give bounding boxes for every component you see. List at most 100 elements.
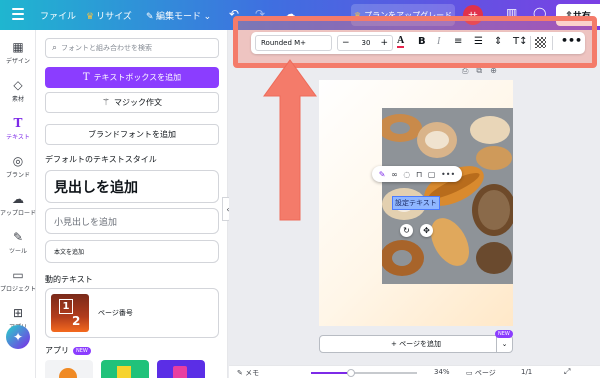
apps-section-title: アプリ NEW [45,345,91,356]
page-count: 1/1 [521,368,533,376]
selected-text-element[interactable]: 設定テキスト [392,196,440,210]
rail-label: プロジェクト [0,286,37,293]
magic-sparkle-icon[interactable]: ✦ [6,325,30,349]
lock-icon[interactable]: ⊓ [416,170,422,179]
resize-button[interactable]: ♛ リサイズ [86,9,132,22]
link-icon[interactable]: ∞ [391,170,398,179]
rail-item-design[interactable]: ▦ デザイン [0,40,36,65]
rail-label: ツール [8,248,27,255]
more-options-icon[interactable]: ••• [561,34,582,47]
rail-label: デザイン [5,58,30,65]
apps-icon: ⊞ [12,306,24,320]
chevron-down-icon[interactable]: ⌄ [496,336,512,352]
default-styles-title: デフォルトのテキストスタイル [45,155,157,164]
line-spacing-icon[interactable]: ⇕ [494,36,502,47]
cloud-upload-icon: ☁ [12,192,24,206]
thumb-number-1: 1 [59,299,73,314]
menu-icon[interactable] [12,8,24,20]
more-icon[interactable]: ••• [441,170,455,179]
rail-item-elements[interactable]: ◇ 素材 [0,78,36,103]
transparency-icon[interactable] [535,37,546,48]
search-input[interactable]: ⌕ フォントと組み合わせを検索 [45,38,219,58]
move-icon[interactable]: ✥ [420,224,433,237]
delete-icon[interactable]: ▢ [428,170,436,179]
object-toolbar: ✎ ∞ ◌ ⊓ ▢ ••• [372,166,462,182]
bold-icon[interactable]: B [418,36,426,47]
notes-button[interactable]: ✎ メモ [237,368,259,378]
comment-icon[interactable]: ◌ [403,170,410,179]
file-menu[interactable]: ファイル [40,9,76,22]
increase-size-button[interactable]: + [380,38,388,48]
thumb-number-2: 2 [72,314,81,328]
magic-edit-icon[interactable]: ✎ [379,170,386,179]
vertical-text-icon[interactable]: T↕ [513,36,528,47]
magic-write-button[interactable]: ⚚ マジック作文 [45,92,219,113]
fullscreen-icon[interactable]: ⤢ [564,367,570,377]
list-icon[interactable]: ☰ [474,36,483,47]
dynamic-text-title: 動的テキスト [45,275,93,284]
pointer-arrow [263,59,317,221]
text-icon: T [13,116,23,130]
apps-title: アプリ [45,346,69,355]
body-style[interactable]: 本文を追加 [45,240,219,263]
text-panel: ⌕ フォントと組み合わせを検索 T テキストボックスを追加 ⚚ マジック作文 ブランド… [36,30,228,378]
add-page-button[interactable]: + ページを追加 ⌄ [319,335,513,353]
text-icon: T [82,72,90,83]
app-thumbnail[interactable] [45,360,93,378]
edit-mode-label: 編集モード [156,11,202,21]
rail-item-upload[interactable]: ☁ アップロード [0,192,36,217]
align-center-icon[interactable]: ≡ [454,36,462,47]
crown-icon: ♛ [86,11,95,21]
font-size-value[interactable]: 30 [358,39,374,47]
shapes-icon: ◇ [13,78,23,92]
pages-button[interactable]: ▭ ページ [466,368,496,378]
pencil-icon: ✎ [146,11,157,21]
zoom-slider-knob[interactable] [347,369,356,377]
text-color-icon[interactable]: A [397,36,405,48]
resize-label: リサイズ [96,11,132,21]
rail-item-brand[interactable]: ◎ ブランド [0,154,36,179]
magic-wand-icon: ⚚ [101,97,111,108]
app-thumbnail[interactable] [101,360,149,378]
page-number-card[interactable]: 1 2 ページ番号 [45,288,219,338]
rail-item-tools[interactable]: ✎ ツール [0,230,36,255]
heading-style[interactable]: 見出しを追加 [45,170,219,203]
font-size-stepper[interactable]: − 30 + [337,35,393,51]
decrease-size-button[interactable]: − [342,38,350,48]
zoom-slider-fill [311,372,348,374]
folder-icon: ▭ [12,268,24,282]
add-page-label: + ページを追加 [391,340,441,348]
zoom-slider[interactable] [311,369,417,377]
app-icon [59,368,77,378]
new-badge: NEW [73,346,91,355]
rail-item-projects[interactable]: ▭ プロジェクト [0,268,36,293]
subheading-style[interactable]: 小見出しを追加 [45,208,219,234]
font-select[interactable]: Rounded M+ [255,35,332,51]
draw-icon: ✎ [12,230,24,244]
rail-label: ブランド [5,172,30,179]
edit-mode-dropdown[interactable]: ✎ 編集モード ⌄ [146,9,211,22]
text-toolbar: Rounded M+ − 30 + A B I ≡ ☰ ⇕ T↕ ••• [251,32,585,54]
rail-item-text[interactable]: T テキスト [0,116,36,141]
brand-fonts-label: ブランドフォントを追加 [88,130,176,139]
zoom-value[interactable]: 34% [434,368,450,376]
rail-label: テキスト [6,134,30,141]
rail-label: アップロード [0,210,37,217]
pages-icon: ▭ [466,369,475,377]
brand-fonts-button[interactable]: ブランドフォントを追加 [45,124,219,145]
add-textbox-label: テキストボックスを追加 [93,73,182,82]
layout-icon: ▦ [12,40,24,54]
notes-icon: ✎ [237,369,246,377]
divider [552,36,553,50]
italic-icon[interactable]: I [437,36,440,47]
rotate-icon[interactable]: ↻ [400,224,413,237]
app-icon [117,366,131,378]
chevron-down-icon: ⌄ [201,11,212,21]
app-icon [173,366,187,378]
app-thumbnail[interactable] [157,360,205,378]
rail-label: 素材 [11,96,24,103]
new-badge: NEW [495,330,513,338]
search-placeholder: フォントと組み合わせを検索 [61,44,153,52]
brand-icon: ◎ [12,154,24,168]
add-textbox-button[interactable]: T テキストボックスを追加 [45,67,219,88]
